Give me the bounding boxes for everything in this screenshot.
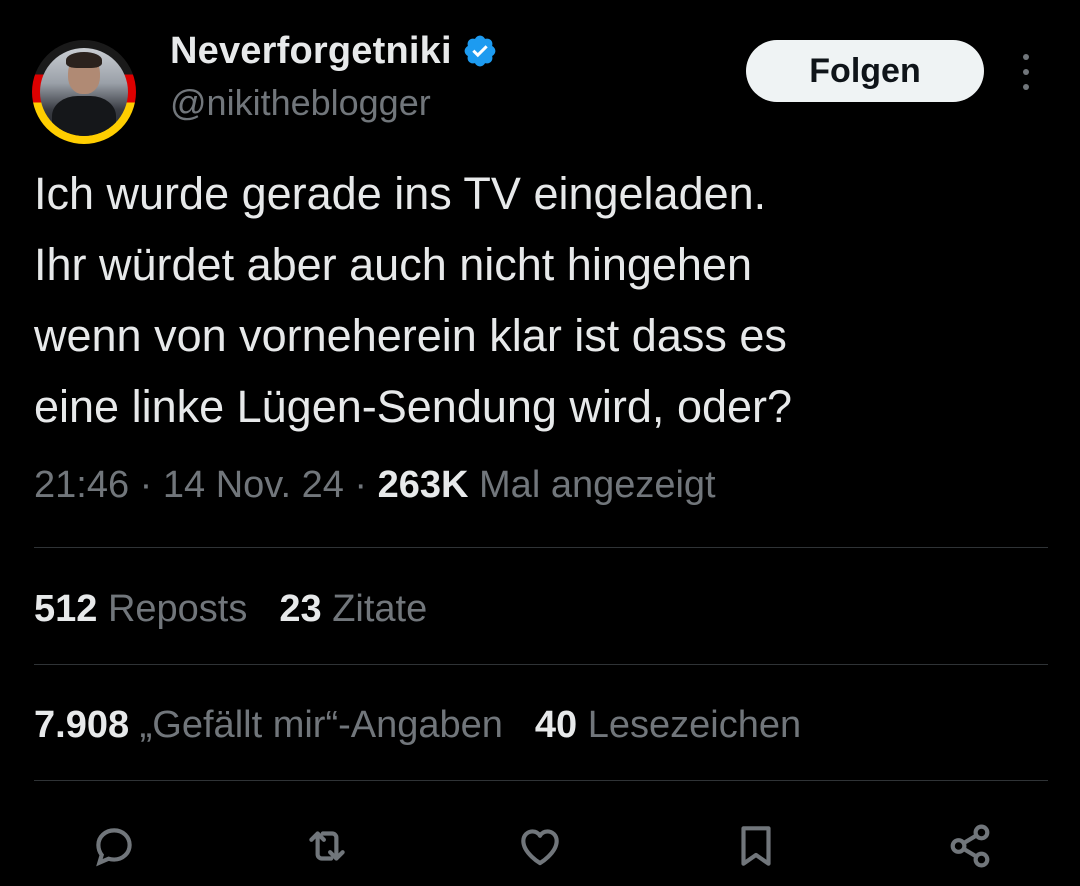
tweet-text-line: Ihr würdet aber auch nicht hingehen bbox=[34, 239, 752, 290]
bookmark-icon bbox=[741, 826, 771, 866]
tweet-text: Ich wurde gerade ins TV eingeladen. Ihr … bbox=[34, 158, 1044, 442]
author-name-row[interactable]: Neverforgetniki bbox=[170, 28, 498, 74]
like-button[interactable] bbox=[512, 818, 568, 874]
more-vertical-icon[interactable] bbox=[1012, 50, 1040, 94]
avatar-body-shape bbox=[52, 96, 116, 136]
reply-button[interactable] bbox=[86, 818, 142, 874]
avatar-photo bbox=[40, 48, 128, 136]
more-dot bbox=[1023, 84, 1029, 90]
reposts-count: 512 bbox=[34, 588, 98, 630]
bookmarks-count: 40 bbox=[534, 704, 578, 746]
follow-button[interactable]: Folgen bbox=[746, 40, 984, 102]
action-bar bbox=[0, 818, 1080, 874]
tweet-text-line: wenn von vorneherein klar ist dass es bbox=[34, 310, 787, 361]
quotes-count: 23 bbox=[279, 588, 322, 630]
likes-stat[interactable]: 7.908 „Gefällt mir“-Angaben bbox=[34, 704, 503, 746]
repost-button[interactable] bbox=[299, 818, 355, 874]
avatar[interactable] bbox=[32, 40, 136, 144]
reply-icon bbox=[96, 828, 132, 867]
divider bbox=[34, 664, 1048, 665]
meta-separator: · bbox=[129, 464, 163, 506]
stats-row-reposts: 512 Reposts 23 Zitate bbox=[34, 588, 427, 631]
meta-separator: · bbox=[343, 464, 378, 506]
stats-row-likes: 7.908 „Gefällt mir“-Angaben 40 Lesezeiche… bbox=[34, 704, 801, 747]
more-dot bbox=[1023, 54, 1029, 60]
quotes-stat[interactable]: 23 Zitate bbox=[279, 588, 427, 630]
reposts-label: Reposts bbox=[97, 588, 248, 630]
tweet-text-line: eine linke Lügen-Sendung wird, oder? bbox=[34, 381, 793, 432]
avatar-hair-shape bbox=[66, 52, 102, 68]
verified-badge-icon bbox=[464, 35, 496, 67]
tweet-date[interactable]: 14 Nov. 24 bbox=[163, 464, 344, 506]
tweet-detail: Neverforgetniki @nikitheblogger Folgen I… bbox=[0, 0, 1080, 886]
repost-icon bbox=[309, 831, 345, 861]
share-button[interactable] bbox=[942, 818, 998, 874]
divider bbox=[34, 547, 1048, 548]
reposts-stat[interactable]: 512 Reposts bbox=[34, 588, 247, 630]
bookmarks-stat[interactable]: 40 Lesezeichen bbox=[535, 704, 801, 746]
share-icon bbox=[950, 824, 990, 868]
divider bbox=[34, 780, 1048, 781]
likes-count: 7.908 bbox=[34, 704, 130, 746]
likes-label: „Gefällt mir“-Angaben bbox=[129, 704, 503, 746]
tweet-text-line: Ich wurde gerade ins TV eingeladen. bbox=[34, 168, 767, 219]
tweet-time[interactable]: 21:46 bbox=[34, 464, 129, 506]
like-icon bbox=[521, 829, 559, 866]
author-handle[interactable]: @nikitheblogger bbox=[170, 82, 431, 124]
author-display-name[interactable]: Neverforgetniki bbox=[170, 30, 452, 73]
tweet-meta: 21:46 · 14 Nov. 24 · 263K Mal angezeigt bbox=[34, 464, 716, 507]
more-dot bbox=[1023, 69, 1029, 75]
quotes-label: Zitate bbox=[321, 588, 428, 630]
view-count-label: Mal angezeigt bbox=[468, 464, 716, 506]
bookmark-button[interactable] bbox=[728, 818, 784, 874]
view-count: 263K bbox=[377, 464, 469, 506]
bookmarks-label: Lesezeichen bbox=[577, 704, 802, 746]
